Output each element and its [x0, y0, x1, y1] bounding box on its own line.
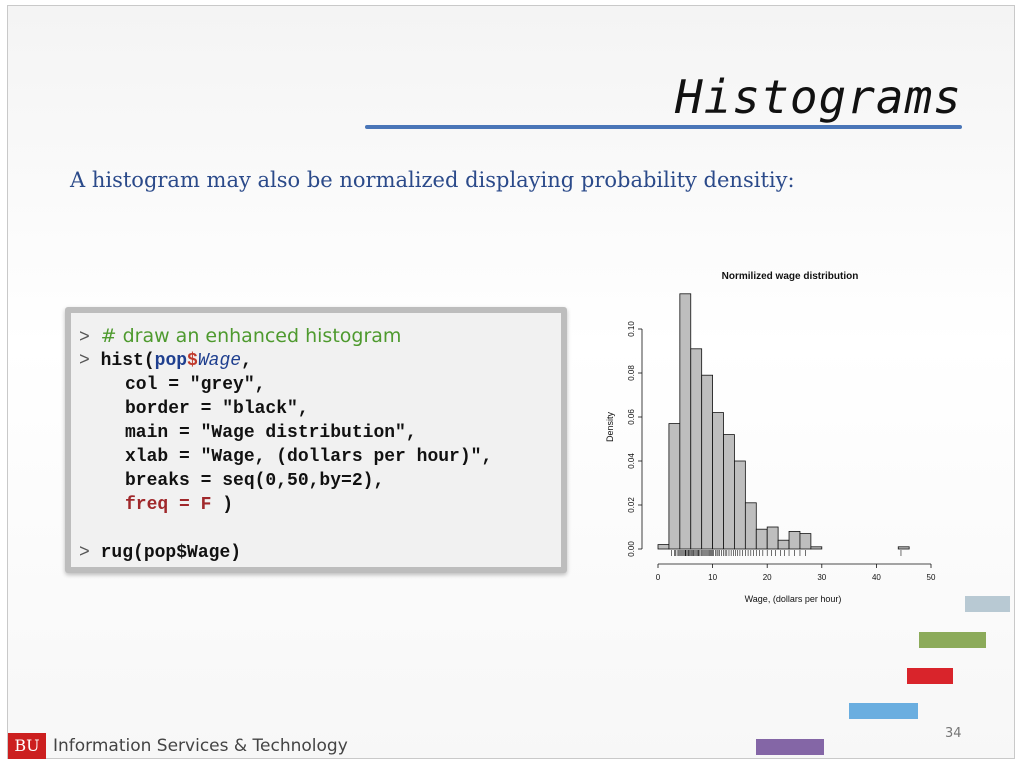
y-tick-label: 0.04 — [627, 453, 636, 469]
code-comment: # draw an enhanced histogram — [100, 325, 402, 347]
code-line-xlab: xlab = "Wage, (dollars per hour)", — [125, 447, 493, 467]
code-hist-dollar: $ — [187, 351, 198, 371]
histogram-bar — [734, 460, 746, 550]
x-tick-label: 40 — [872, 573, 881, 582]
histogram-bar — [690, 348, 703, 550]
rug-marks — [671, 550, 902, 556]
y-tick-label: 0.02 — [627, 497, 636, 513]
histogram-bar — [755, 528, 768, 550]
histogram-bar — [712, 412, 724, 550]
histogram-bar — [679, 293, 692, 550]
code-block: > # draw an enhanced histogram > hist(po… — [65, 307, 567, 573]
deco-bar-purple — [756, 739, 824, 755]
slide-subtitle: A histogram may also be normalized displ… — [70, 168, 795, 192]
x-tick-label: 30 — [817, 573, 826, 582]
histogram-bar — [777, 539, 790, 550]
code-box: > # draw an enhanced histogram > hist(po… — [71, 313, 561, 567]
y-tick-label: 0.06 — [627, 409, 636, 425]
code-line-breaks: breaks = seq(0,50,by=2), — [125, 471, 385, 491]
histogram-bar — [744, 502, 757, 550]
title-underline — [365, 125, 962, 129]
code-prompt: > — [79, 351, 90, 371]
code-hist-comma: , — [241, 351, 252, 371]
chart-title: Normilized wage distribution — [722, 271, 859, 282]
code-hist-obj: pop — [154, 351, 188, 371]
y-axis-label: Density — [605, 411, 615, 442]
deco-bar-lightblue — [965, 596, 1010, 612]
histogram-bar — [657, 544, 670, 550]
code-prompt: > — [79, 543, 90, 563]
page-number: 34 — [945, 726, 962, 741]
histogram-bar — [788, 530, 801, 550]
code-line-border: border = "black", — [125, 399, 309, 419]
x-tick-label: 20 — [763, 573, 772, 582]
code-prompt: > — [79, 328, 90, 348]
x-tick-label: 0 — [656, 573, 661, 582]
bars — [657, 293, 910, 550]
histogram-chart: Normilized wage distribution 0 10 20 30 40 50… — [598, 262, 948, 612]
x-tick-label: 10 — [708, 573, 717, 582]
footer-org: Information Services & Technology — [53, 736, 348, 756]
bu-logo: BU — [8, 733, 46, 759]
deco-bar-green — [919, 632, 986, 648]
code-line-comment: > # draw an enhanced histogram — [79, 325, 402, 348]
code-line-rug: > rug(pop$Wage) — [79, 542, 241, 564]
histogram-bar — [701, 374, 714, 550]
slide-title: Histograms — [675, 70, 962, 124]
y-tick-label: 0.10 — [627, 321, 636, 337]
code-line-main: main = "Wage distribution", — [125, 423, 417, 443]
code-line-freq: freq = F ) — [125, 494, 233, 516]
code-freq-arg: freq = F — [125, 495, 212, 515]
histogram-bar — [668, 423, 681, 550]
y-tick-label: 0.00 — [627, 541, 636, 557]
code-freq-close: ) — [211, 495, 234, 515]
histogram-bar — [766, 526, 779, 550]
x-axis-label: Wage, (dollars per hour) — [745, 594, 842, 604]
code-line-hist: > hist(pop$Wage, — [79, 350, 252, 372]
code-rug: rug(pop$Wage) — [100, 543, 242, 563]
histogram-bar — [810, 546, 823, 550]
code-hist-field: Wage — [197, 351, 242, 371]
histogram-bar — [897, 546, 910, 550]
y-tick-label: 0.08 — [627, 365, 636, 381]
histogram-svg: Normilized wage distribution 0 10 20 30 40 50… — [605, 271, 936, 604]
histogram-bar — [723, 434, 735, 550]
deco-bar-blue — [849, 703, 918, 719]
code-hist-fn: hist( — [100, 351, 155, 371]
deco-bar-red — [907, 668, 953, 684]
histogram-bar — [799, 533, 812, 550]
x-tick-label: 50 — [927, 573, 936, 582]
code-line-col: col = "grey", — [125, 375, 266, 395]
